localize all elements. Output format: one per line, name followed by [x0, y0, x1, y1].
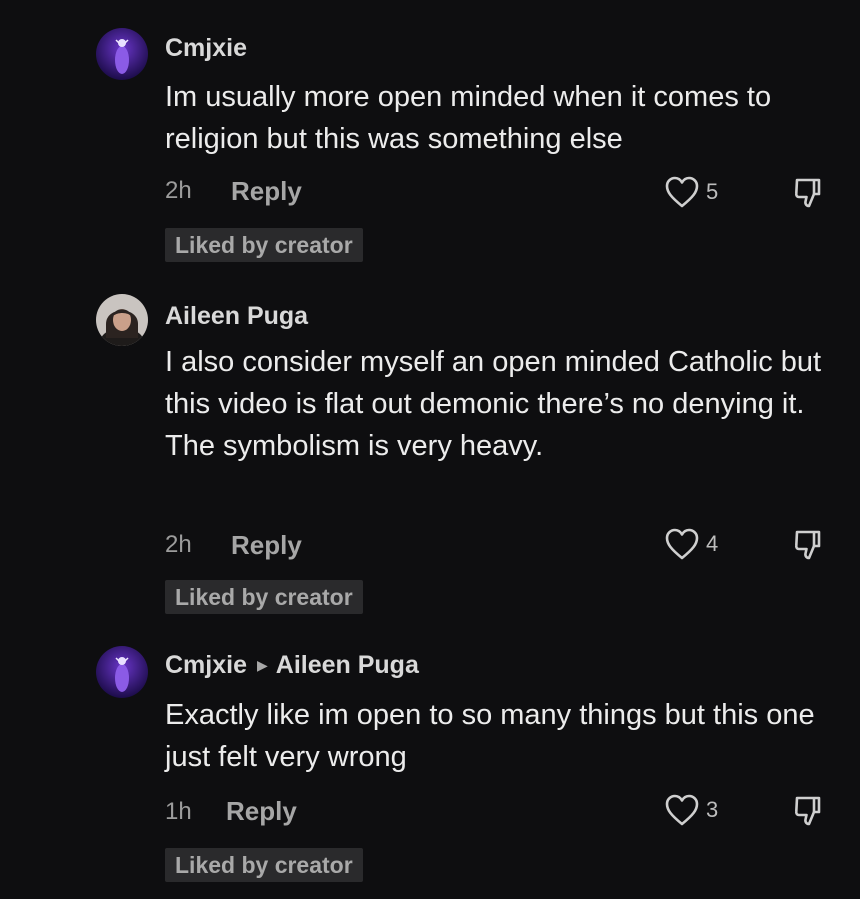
comment-text: Im usually more open minded when it come… — [165, 81, 772, 155]
comment-username[interactable]: Aileen Puga — [165, 302, 308, 331]
user-avatar[interactable] — [96, 28, 148, 80]
reply-to-name[interactable]: Aileen Puga — [276, 651, 419, 679]
reply-arrow-icon: ▶ — [256, 657, 268, 673]
like-button[interactable]: 4 — [664, 527, 718, 561]
reply-button[interactable]: Reply — [231, 176, 302, 207]
liked-by-creator-badge: Liked by creator — [165, 848, 363, 882]
author-name[interactable]: Cmjxie — [165, 651, 247, 679]
comment-username[interactable]: Cmjxie — [165, 34, 247, 63]
liked-by-creator-badge: Liked by creator — [165, 228, 363, 262]
reply-button[interactable]: Reply — [226, 796, 297, 827]
comment-timestamp: 2h — [165, 531, 192, 558]
dislike-icon[interactable] — [792, 528, 826, 562]
heart-icon — [665, 794, 699, 826]
like-button[interactable]: 5 — [664, 175, 718, 209]
like-count: 4 — [706, 531, 719, 556]
dislike-icon[interactable] — [792, 794, 826, 828]
comment-timestamp: 2h — [165, 177, 192, 204]
liked-by-creator-badge: Liked by creator — [165, 580, 363, 614]
like-button[interactable]: 3 — [664, 793, 718, 827]
comment-text: I also consider myself an open minded Ca… — [165, 346, 822, 462]
reply-button[interactable]: Reply — [231, 530, 302, 561]
comment-timestamp: 1h — [165, 798, 192, 825]
comment-username[interactable]: Cmjxie ▶ Aileen Puga — [165, 651, 419, 680]
comment-text: Exactly like im open to so many things b… — [165, 699, 815, 773]
heart-icon — [665, 528, 699, 560]
user-avatar[interactable] — [96, 646, 148, 698]
user-avatar[interactable] — [96, 294, 148, 346]
like-count: 5 — [706, 179, 719, 204]
heart-icon — [665, 176, 699, 208]
dislike-icon[interactable] — [792, 176, 826, 210]
like-count: 3 — [706, 797, 719, 822]
